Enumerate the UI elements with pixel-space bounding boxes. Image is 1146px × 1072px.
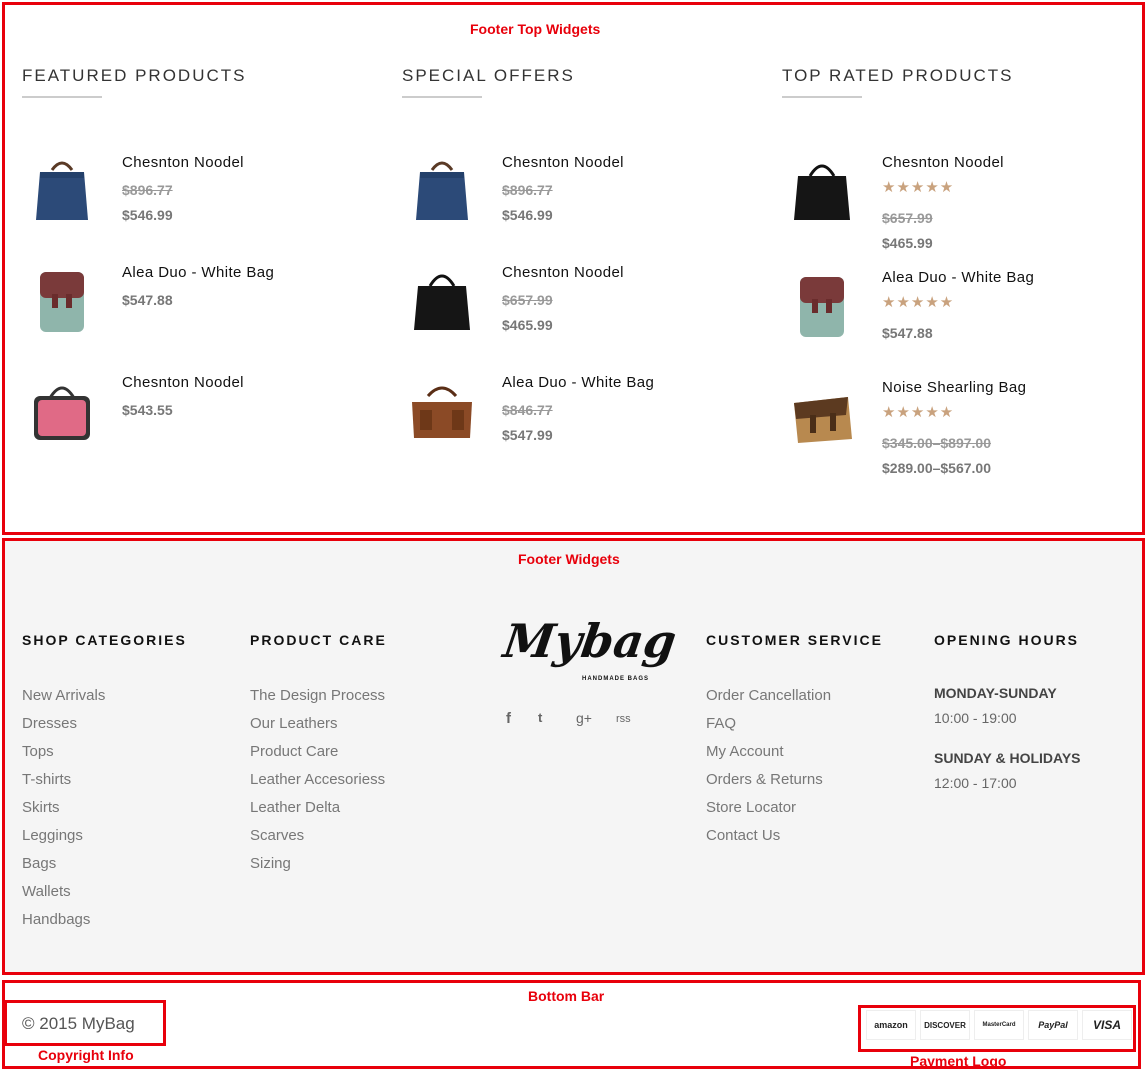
footer-link[interactable]: Contact Us xyxy=(706,827,780,844)
title-underline xyxy=(402,96,482,98)
blue-tote-icon[interactable] xyxy=(406,154,478,226)
sale-price: $543.55 xyxy=(122,402,173,418)
title-underline xyxy=(22,96,102,98)
visa-icon: VISA xyxy=(1082,1010,1132,1040)
pink-bag-icon[interactable] xyxy=(26,374,98,446)
footer-link[interactable]: Tops xyxy=(22,743,54,760)
sale-price: $546.99 xyxy=(502,207,553,223)
sale-price: $547.88 xyxy=(882,325,933,341)
product-name[interactable]: Chesnton Noodel xyxy=(502,154,624,178)
widget-title: CUSTOMER SERVICE xyxy=(706,632,883,648)
footer-link[interactable]: Leather Delta xyxy=(250,799,340,816)
hours-time: 10:00 - 19:00 xyxy=(934,710,1017,726)
widget-title: SHOP CATEGORIES xyxy=(22,632,187,648)
footer-link[interactable]: Order Cancellation xyxy=(706,687,831,704)
footer-link[interactable]: The Design Process xyxy=(250,687,385,704)
footer-link[interactable]: Product Care xyxy=(250,743,338,760)
footer-link[interactable]: Wallets xyxy=(22,883,71,900)
original-price: $345.00–$897.00 xyxy=(882,435,991,451)
facebook-icon[interactable]: f xyxy=(506,710,511,727)
footer-link[interactable]: Skirts xyxy=(22,799,60,816)
product-name[interactable]: Chesnton Noodel xyxy=(122,374,244,398)
original-price: $896.77 xyxy=(502,182,553,198)
original-price: $846.77 xyxy=(502,402,553,418)
rating-stars: ★★★★★ xyxy=(882,179,955,196)
footer-link[interactable]: Sizing xyxy=(250,855,291,872)
annotation-copyright: Copyright Info xyxy=(38,1047,134,1063)
footer-link[interactable]: My Account xyxy=(706,743,784,760)
product-name[interactable]: Noise Shearling Bag xyxy=(882,379,1026,403)
brown-duffel-icon[interactable] xyxy=(406,374,478,446)
footer-link[interactable]: T-shirts xyxy=(22,771,71,788)
hours-time: 12:00 - 17:00 xyxy=(934,775,1017,791)
google-plus-icon[interactable]: g+ xyxy=(576,710,592,726)
original-price: $657.99 xyxy=(882,210,933,226)
sale-price: $547.88 xyxy=(122,292,173,308)
footer-link[interactable]: Scarves xyxy=(250,827,304,844)
logo-tagline: HANDMADE BAGS xyxy=(582,676,649,682)
footer-link[interactable]: Leather Accesoriess xyxy=(250,771,385,788)
sale-price: $547.99 xyxy=(502,427,553,443)
footer-link[interactable]: Bags xyxy=(22,855,56,872)
annotation-bottom-bar: Bottom Bar xyxy=(528,988,605,1004)
product-name[interactable]: Alea Duo - White Bag xyxy=(502,374,654,398)
sale-price: $465.99 xyxy=(502,317,553,333)
footer-link[interactable]: Orders & Returns xyxy=(706,771,823,788)
footer-link[interactable]: Store Locator xyxy=(706,799,796,816)
original-price: $896.77 xyxy=(122,182,173,198)
widget-title: SPECIAL OFFERS xyxy=(402,66,575,85)
footer-link[interactable]: Handbags xyxy=(22,911,90,928)
rss-icon[interactable]: rss xyxy=(616,713,631,725)
product-name[interactable]: Chesnton Noodel xyxy=(122,154,244,178)
backpack-icon[interactable] xyxy=(786,269,858,341)
product-name[interactable]: Chesnton Noodel xyxy=(882,154,1004,178)
footer-link[interactable]: New Arrivals xyxy=(22,687,105,704)
messenger-bag-icon[interactable] xyxy=(786,379,858,451)
product-name[interactable]: Alea Duo - White Bag xyxy=(122,264,274,288)
widget-title: PRODUCT CARE xyxy=(250,632,387,648)
footer-link[interactable]: FAQ xyxy=(706,715,736,732)
original-price: $657.99 xyxy=(502,292,553,308)
sale-price: $289.00–$567.00 xyxy=(882,460,991,476)
rating-stars: ★★★★★ xyxy=(882,294,955,311)
widget-title: FEATURED PRODUCTS xyxy=(22,66,247,85)
widget-title: OPENING HOURS xyxy=(934,632,1080,648)
annotation-payment-logo: Payment Logo xyxy=(910,1053,1007,1069)
paypal-icon: PayPal xyxy=(1028,1010,1078,1040)
backpack-icon[interactable] xyxy=(26,264,98,336)
annotation-footer-top-widgets: Footer Top Widgets xyxy=(470,21,601,37)
annotation-footer-widgets: Footer Widgets xyxy=(518,551,620,567)
black-tote-icon[interactable] xyxy=(786,154,858,226)
product-name[interactable]: Alea Duo - White Bag xyxy=(882,269,1034,293)
mastercard-icon: MasterCard xyxy=(974,1010,1024,1040)
product-name[interactable]: Chesnton Noodel xyxy=(502,264,624,288)
hours-label: SUNDAY & HOLIDAYS xyxy=(934,750,1081,766)
brand-logo[interactable]: Mybag HANDMADE BAGS xyxy=(500,614,679,682)
title-underline xyxy=(782,96,862,98)
amazon-icon: amazon xyxy=(866,1010,916,1040)
footer-link[interactable]: Dresses xyxy=(22,715,77,732)
copyright-text: © 2015 MyBag xyxy=(22,1014,135,1033)
rating-stars: ★★★★★ xyxy=(882,404,955,421)
hours-label: MONDAY-SUNDAY xyxy=(934,685,1057,701)
logo-text: Mybag xyxy=(500,614,680,668)
sale-price: $546.99 xyxy=(122,207,173,223)
widget-title: TOP RATED PRODUCTS xyxy=(782,66,1014,85)
sale-price: $465.99 xyxy=(882,235,933,251)
blue-tote-icon[interactable] xyxy=(26,154,98,226)
footer-link[interactable]: Our Leathers xyxy=(250,715,338,732)
footer-link[interactable]: Leggings xyxy=(22,827,83,844)
twitter-icon[interactable]: t xyxy=(538,710,542,725)
black-tote-icon[interactable] xyxy=(406,264,478,336)
discover-icon: DISCOVER xyxy=(920,1010,970,1040)
